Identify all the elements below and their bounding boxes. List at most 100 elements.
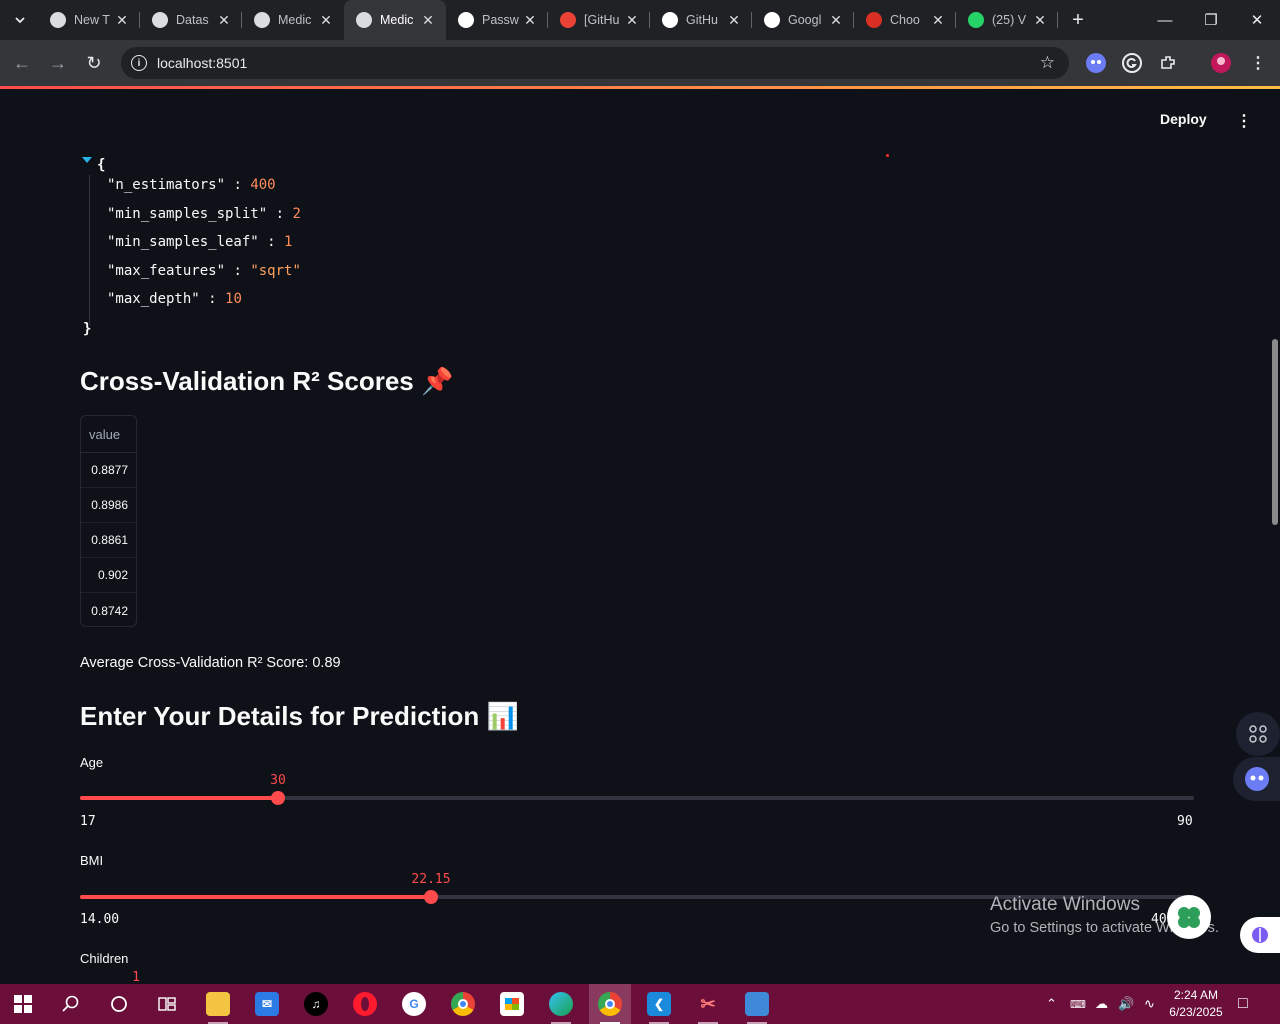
browser-tab[interactable]: Choo ✕ bbox=[854, 0, 956, 40]
store-icon bbox=[500, 992, 524, 1016]
json-key: "max_depth" bbox=[107, 291, 200, 307]
extensions-puzzle-icon[interactable] bbox=[1156, 51, 1180, 75]
grid-icon bbox=[1249, 725, 1267, 743]
browser-tab[interactable]: GitHu ✕ bbox=[650, 0, 752, 40]
browser-menu-icon[interactable]: ⋮ bbox=[1246, 51, 1270, 75]
close-tab-icon[interactable]: ✕ bbox=[624, 12, 640, 29]
close-tab-icon[interactable]: ✕ bbox=[216, 12, 232, 29]
table-cell[interactable]: 0.8742 bbox=[81, 593, 136, 628]
apps-grid-floating-button[interactable] bbox=[1236, 712, 1280, 756]
photos-taskbar[interactable] bbox=[736, 984, 778, 1024]
brain-floating-button[interactable] bbox=[1240, 917, 1280, 953]
age-slider-thumb[interactable] bbox=[271, 791, 285, 805]
app-menu-icon[interactable]: ⋮ bbox=[1236, 111, 1252, 131]
forward-button[interactable]: → bbox=[40, 45, 76, 81]
clock-time: 2:24 AM bbox=[1173, 988, 1219, 1002]
bmi-slider-thumb[interactable] bbox=[424, 890, 438, 904]
table-header[interactable]: value bbox=[81, 416, 136, 453]
close-tab-icon[interactable]: ✕ bbox=[726, 12, 742, 29]
browser-tab[interactable]: New T ✕ bbox=[38, 0, 140, 40]
file-explorer-taskbar[interactable] bbox=[197, 984, 239, 1024]
edge-taskbar[interactable] bbox=[540, 984, 582, 1024]
browser-tab[interactable]: Passw ✕ bbox=[446, 0, 548, 40]
tiktok-taskbar[interactable]: ♫ bbox=[295, 984, 337, 1024]
bmi-label: BMI bbox=[80, 853, 104, 868]
bookmark-star-icon[interactable]: ☆ bbox=[1040, 53, 1055, 73]
deploy-button[interactable]: Deploy bbox=[1160, 111, 1207, 127]
json-key: "min_samples_split" bbox=[107, 205, 268, 222]
profile-avatar[interactable] bbox=[1209, 51, 1233, 75]
table-cell[interactable]: 0.8861 bbox=[81, 523, 136, 558]
task-view-button[interactable] bbox=[146, 984, 188, 1024]
input-indicator-icon[interactable]: ⌨ bbox=[1070, 984, 1086, 1024]
chrome-taskbar[interactable] bbox=[442, 984, 484, 1024]
store-taskbar[interactable] bbox=[491, 984, 533, 1024]
taskbar-clock[interactable]: 2:24 AM 6/23/2025 bbox=[1160, 987, 1232, 1021]
close-window-button[interactable]: ✕ bbox=[1234, 0, 1280, 40]
table-cell[interactable]: 0.8986 bbox=[81, 488, 136, 523]
table-cell[interactable]: 0.8877 bbox=[81, 453, 136, 488]
folder-icon bbox=[206, 992, 230, 1016]
browser-tab[interactable]: Datas ✕ bbox=[140, 0, 242, 40]
browser-tab[interactable]: Googl ✕ bbox=[752, 0, 854, 40]
ghost-assistant-icon bbox=[1244, 767, 1269, 791]
reload-button[interactable]: ↻ bbox=[76, 45, 112, 81]
close-tab-icon[interactable]: ✕ bbox=[114, 12, 130, 29]
tab-title: Choo bbox=[890, 13, 920, 27]
google-lens-icon: G bbox=[402, 992, 426, 1016]
cortana-button[interactable] bbox=[98, 984, 140, 1024]
chrome-profile-taskbar[interactable] bbox=[589, 984, 631, 1024]
collapse-caret-icon[interactable] bbox=[82, 157, 92, 163]
json-open-brace: { bbox=[97, 157, 106, 173]
browser-tab[interactable]: [GitHu ✕ bbox=[548, 0, 650, 40]
snipping-taskbar[interactable]: ✂ bbox=[687, 984, 729, 1024]
start-button[interactable] bbox=[2, 984, 44, 1024]
grammarly-icon[interactable] bbox=[1120, 51, 1144, 75]
json-colon: : bbox=[225, 177, 251, 193]
bmi-slider-fill bbox=[80, 895, 431, 899]
tab-search-button[interactable] bbox=[6, 6, 34, 34]
page-scrollbar[interactable] bbox=[1272, 339, 1278, 525]
address-bar[interactable]: i localhost:8501 ☆ bbox=[121, 47, 1069, 79]
back-button[interactable]: ← bbox=[4, 45, 40, 81]
onedrive-icon[interactable]: ☁ bbox=[1095, 984, 1108, 1024]
json-value: 400 bbox=[250, 177, 276, 193]
whatsapp-icon bbox=[968, 12, 984, 28]
network-icon[interactable]: ∿ bbox=[1144, 984, 1155, 1024]
tab-title: GitHu bbox=[686, 13, 718, 27]
browser-tab[interactable]: Medic ✕ bbox=[242, 0, 344, 40]
restore-button[interactable]: ❐ bbox=[1188, 0, 1234, 40]
close-tab-icon[interactable]: ✕ bbox=[828, 12, 844, 29]
site-info-icon[interactable]: i bbox=[131, 55, 147, 71]
minimize-button[interactable]: — bbox=[1142, 0, 1188, 40]
volume-icon[interactable]: 🔊 bbox=[1118, 984, 1134, 1024]
age-slider[interactable] bbox=[80, 791, 1194, 805]
gmail-icon bbox=[560, 12, 576, 28]
browser-tab[interactable]: (25) V ✕ bbox=[956, 0, 1058, 40]
google-lens-taskbar[interactable]: G bbox=[393, 984, 435, 1024]
age-label: Age bbox=[80, 755, 104, 770]
notifications-icon[interactable]: □ bbox=[1238, 984, 1248, 1024]
opera-taskbar[interactable] bbox=[344, 984, 386, 1024]
github-icon bbox=[458, 12, 474, 28]
children-label: Children bbox=[80, 951, 129, 966]
extension-ghost-icon[interactable] bbox=[1084, 51, 1108, 75]
chrome-profile-icon bbox=[598, 992, 622, 1016]
clover-floating-button[interactable] bbox=[1167, 895, 1211, 939]
search-taskbar-button[interactable] bbox=[50, 984, 92, 1024]
close-tab-icon[interactable]: ✕ bbox=[522, 12, 538, 29]
new-tab-button[interactable]: + bbox=[1064, 6, 1092, 34]
tray-overflow-icon[interactable]: ⌃ bbox=[1046, 984, 1057, 1024]
mail-taskbar[interactable]: ✉ bbox=[246, 984, 288, 1024]
assistant-floating-button[interactable] bbox=[1233, 757, 1280, 801]
close-tab-icon[interactable]: ✕ bbox=[930, 12, 946, 29]
vscode-taskbar[interactable]: ❮ bbox=[638, 984, 680, 1024]
chrome-icon bbox=[451, 992, 475, 1016]
close-tab-icon[interactable]: ✕ bbox=[1032, 12, 1048, 29]
table-cell[interactable]: 0.902 bbox=[81, 558, 136, 593]
close-tab-icon[interactable]: ✕ bbox=[420, 12, 436, 29]
close-tab-icon[interactable]: ✕ bbox=[318, 12, 334, 29]
json-colon: : bbox=[225, 262, 251, 279]
scissors-icon: ✂ bbox=[700, 993, 716, 1014]
browser-tab[interactable]: Medic ✕ bbox=[344, 0, 446, 40]
